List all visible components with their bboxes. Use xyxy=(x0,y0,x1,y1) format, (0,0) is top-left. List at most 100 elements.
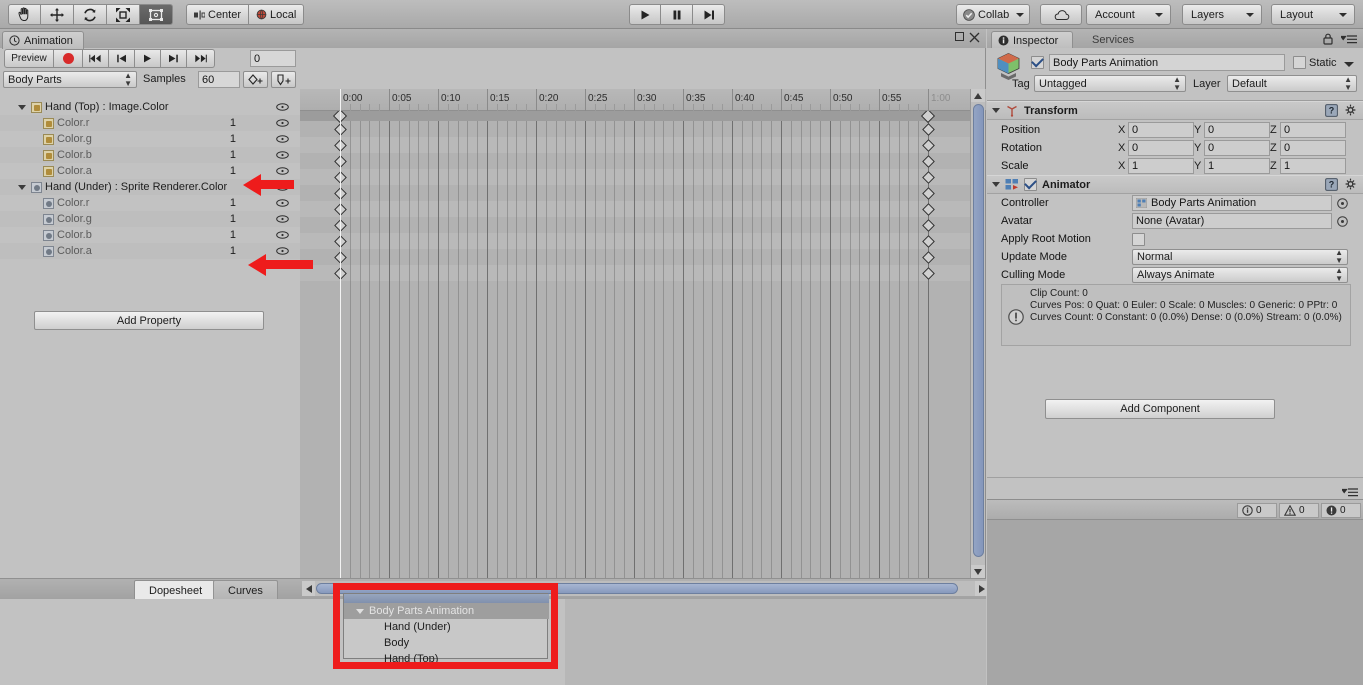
property-row[interactable]: Color.g 1 xyxy=(0,211,300,227)
tab-inspector[interactable]: Inspector xyxy=(991,31,1074,49)
move-tool[interactable] xyxy=(41,4,74,25)
culling-mode-dropdown[interactable]: Always Animate ▲ ▼ xyxy=(1132,267,1348,283)
preview-button[interactable]: Preview xyxy=(4,49,54,68)
transform-position-y-input[interactable]: 0 xyxy=(1204,122,1270,138)
object-picker-icon[interactable] xyxy=(1337,197,1348,209)
add-component-button[interactable]: Add Component xyxy=(1045,399,1275,419)
next-keyframe-button[interactable] xyxy=(161,49,187,68)
space-mode-button[interactable]: Local xyxy=(249,4,305,25)
tab-dopesheet[interactable]: Dopesheet xyxy=(134,580,218,600)
account-button[interactable]: Account xyxy=(1086,4,1171,25)
hand-tool[interactable] xyxy=(8,4,41,25)
transform-rotation-z-input[interactable]: 0 xyxy=(1280,140,1346,156)
curve-toggle-icon[interactable] xyxy=(274,103,290,111)
add-property-button[interactable]: Add Property xyxy=(34,311,264,330)
curve-toggle-icon[interactable] xyxy=(274,119,290,127)
current-frame-input[interactable]: 0 xyxy=(250,50,296,67)
tab-animation[interactable]: Animation xyxy=(2,31,84,49)
transform-rotation-y-input[interactable]: 0 xyxy=(1204,140,1270,156)
record-button[interactable] xyxy=(54,49,83,68)
close-icon[interactable] xyxy=(969,32,980,43)
curve-toggle-icon[interactable] xyxy=(274,247,290,255)
curve-toggle-icon[interactable] xyxy=(274,231,290,239)
property-row[interactable]: Color.r 1 xyxy=(0,195,300,211)
curve-toggle-icon[interactable] xyxy=(274,135,290,143)
timeline-ruler[interactable]: 0:00 0:05 0:10 0:15 0:20 0:25 0:30 0:35 0:40 0:45… xyxy=(300,89,986,111)
curve-toggle-icon[interactable] xyxy=(274,199,290,207)
scroll-left-arrow[interactable] xyxy=(302,581,315,596)
collab-button[interactable]: Collab xyxy=(956,4,1030,25)
rect-tool[interactable] xyxy=(140,4,173,25)
avatar-object-field[interactable]: None (Avatar) xyxy=(1132,213,1332,229)
maximize-icon[interactable] xyxy=(955,32,964,41)
object-name-input[interactable]: Body Parts Animation xyxy=(1049,54,1285,71)
tab-services[interactable]: Services xyxy=(1082,32,1144,48)
transform-scale-y-input[interactable]: 1 xyxy=(1204,158,1270,174)
scale-tool[interactable] xyxy=(107,4,140,25)
tag-dropdown[interactable]: Untagged ▲ ▼ xyxy=(1034,75,1186,92)
foldout-triangle-icon[interactable] xyxy=(992,182,1000,187)
dopesheet-vscroll-thumb[interactable] xyxy=(973,104,984,557)
pivot-mode-button[interactable]: Center xyxy=(186,4,250,25)
layer-dropdown[interactable]: Default ▲ ▼ xyxy=(1227,75,1357,92)
property-row[interactable]: Color.b 1 xyxy=(0,147,300,163)
animator-component-header[interactable]: Animator ? xyxy=(987,175,1363,194)
foldout-triangle-icon[interactable] xyxy=(18,104,26,110)
step-button[interactable] xyxy=(693,4,725,25)
context-menu-icon[interactable] xyxy=(1341,35,1357,44)
property-row[interactable]: Color.g 1 xyxy=(0,131,300,147)
cloud-button[interactable] xyxy=(1040,4,1082,25)
last-frame-button[interactable] xyxy=(187,49,215,68)
object-picker-icon[interactable] xyxy=(1337,215,1348,227)
transform-scale-z-input[interactable]: 1 xyxy=(1280,158,1346,174)
help-icon[interactable]: ? xyxy=(1325,104,1338,117)
transform-component-header[interactable]: Transform ? xyxy=(987,101,1363,120)
samples-input[interactable]: 60 xyxy=(198,71,240,88)
foldout-triangle-icon[interactable] xyxy=(992,108,1000,113)
playhead[interactable] xyxy=(340,89,341,578)
transform-position-z-input[interactable]: 0 xyxy=(1280,122,1346,138)
chevron-down-icon[interactable] xyxy=(1344,62,1354,67)
static-checkbox[interactable] xyxy=(1293,56,1306,69)
tab-curves[interactable]: Curves xyxy=(213,580,278,600)
rotate-tool[interactable] xyxy=(74,4,107,25)
console-info-counter[interactable]: 0 xyxy=(1237,503,1277,518)
console-warning-counter[interactable]: 0 xyxy=(1279,503,1319,518)
gear-icon[interactable] xyxy=(1344,104,1357,117)
gear-icon[interactable] xyxy=(1344,178,1357,191)
curve-toggle-icon[interactable] xyxy=(274,167,290,175)
dopesheet-grid[interactable] xyxy=(300,111,970,578)
transform-position-x-input[interactable]: 0 xyxy=(1128,122,1194,138)
property-group-row[interactable]: Hand (Top) : Image.Color xyxy=(0,99,300,115)
play-button[interactable] xyxy=(629,4,661,25)
controller-object-field[interactable]: Body Parts Animation xyxy=(1132,195,1332,211)
first-frame-button[interactable] xyxy=(83,49,109,68)
prev-keyframe-button[interactable] xyxy=(109,49,135,68)
add-keyframe-button[interactable] xyxy=(243,71,268,88)
scroll-down-arrow[interactable] xyxy=(971,565,985,578)
property-row[interactable]: Color.r 1 xyxy=(0,115,300,131)
console-error-counter[interactable]: 0 xyxy=(1321,503,1361,518)
help-icon[interactable]: ? xyxy=(1325,178,1338,191)
transform-rotation-x-input[interactable]: 0 xyxy=(1128,140,1194,156)
layout-button[interactable]: Layout xyxy=(1271,4,1355,25)
layers-button[interactable]: Layers xyxy=(1182,4,1262,25)
scroll-up-arrow[interactable] xyxy=(971,89,985,102)
foldout-triangle-icon[interactable] xyxy=(18,184,26,190)
pause-button[interactable] xyxy=(661,4,693,25)
transform-scale-x-input[interactable]: 1 xyxy=(1128,158,1194,174)
apply-root-motion-checkbox[interactable] xyxy=(1132,232,1145,246)
add-event-button[interactable] xyxy=(271,71,296,88)
update-mode-dropdown[interactable]: Normal ▲ ▼ xyxy=(1132,249,1348,265)
object-enabled-checkbox[interactable] xyxy=(1031,56,1044,69)
console-menu-icon[interactable] xyxy=(1342,488,1358,497)
clip-selector[interactable]: Body Parts ▲ ▼ xyxy=(3,71,137,88)
curve-toggle-icon[interactable] xyxy=(274,151,290,159)
play-animation-button[interactable] xyxy=(135,49,161,68)
dopesheet-vscrollbar[interactable] xyxy=(970,89,985,578)
animator-enabled-checkbox[interactable] xyxy=(1024,178,1037,191)
curve-toggle-icon[interactable] xyxy=(274,215,290,223)
lock-icon[interactable] xyxy=(1323,33,1333,45)
dopesheet-summary-row[interactable] xyxy=(300,111,970,121)
property-row[interactable]: Color.b 1 xyxy=(0,227,300,243)
